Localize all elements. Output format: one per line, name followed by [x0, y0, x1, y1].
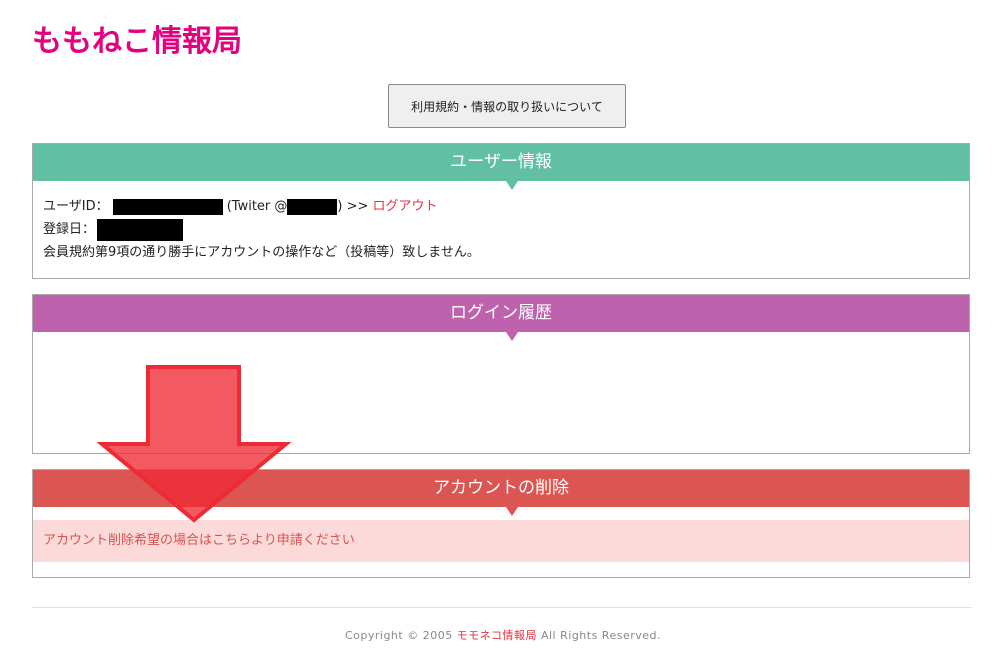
login-history-header: ログイン履歴 — [33, 295, 969, 341]
user-id-label: ユーザID： — [43, 199, 109, 214]
registered-label: 登録日： — [43, 222, 96, 237]
footer: Copyright © 2005 モモネコ情報局 All Rights Rese… — [0, 627, 1006, 643]
twitter-prefix: (Twiter @ — [226, 199, 288, 214]
login-history-panel: ログイン履歴 — [32, 294, 970, 454]
redacted-registered-date — [97, 218, 184, 241]
logout-link[interactable]: ログアウト — [373, 199, 438, 214]
user-info-header: ユーザー情報 — [33, 144, 969, 190]
footer-brand-link[interactable]: モモネコ情報局 — [457, 629, 537, 642]
redacted-user-id — [112, 198, 223, 215]
user-id-row: ユーザID： (Twiter @ ) >> ログアウト — [43, 195, 959, 218]
header-notch — [506, 332, 518, 341]
account-delete-header: アカウントの削除 — [33, 470, 969, 516]
twitter-suffix: ) >> — [337, 199, 373, 214]
header-notch — [506, 181, 518, 190]
account-delete-request-link[interactable]: アカウント削除希望の場合はこちらより申請ください — [33, 520, 969, 562]
header-notch — [506, 507, 518, 516]
user-info-body: ユーザID： (Twiter @ ) >> ログアウト 登録日： 会員規約第9項の… — [33, 181, 969, 264]
registered-row: 登録日： — [43, 218, 959, 241]
account-delete-panel: アカウントの削除 アカウント削除希望の場合はこちらより申請ください — [32, 469, 970, 578]
terms-button[interactable]: 利用規約・情報の取り扱いについて — [388, 84, 626, 128]
terms-notice: 会員規約第9項の通り勝手にアカウントの操作など（投稿等）致しません。 — [43, 245, 480, 260]
site-title[interactable]: ももねこ情報局 — [32, 22, 242, 62]
page: ももねこ情報局 利用規約・情報の取り扱いについて ユーザー情報 ユーザID： (… — [0, 0, 1006, 670]
user-info-title: ユーザー情報 — [450, 152, 552, 172]
user-info-panel: ユーザー情報 ユーザID： (Twiter @ ) >> ログアウト 登録日： 会… — [32, 143, 970, 279]
login-history-title: ログイン履歴 — [450, 303, 552, 323]
footer-rights: All Rights Reserved. — [536, 629, 662, 642]
footer-copyright: Copyright © 2005 — [344, 629, 457, 642]
footer-divider — [32, 607, 972, 608]
redacted-twitter-handle — [287, 198, 338, 215]
account-delete-title: アカウントの削除 — [433, 478, 569, 498]
